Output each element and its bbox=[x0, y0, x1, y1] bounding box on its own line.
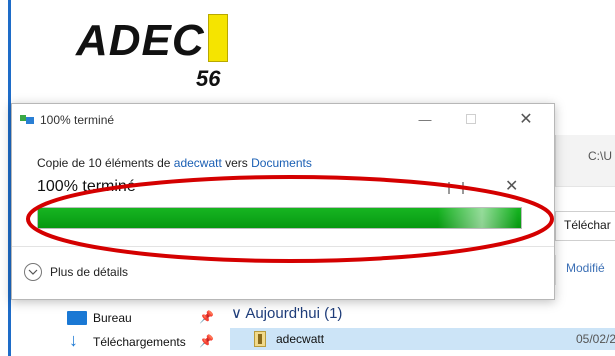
file-name: adecwatt bbox=[276, 332, 325, 346]
nav-item-bureau[interactable]: Bureau bbox=[67, 308, 132, 328]
adec-logo: ADEC 56 bbox=[76, 14, 246, 94]
pin-icon[interactable]: 📌 bbox=[199, 310, 214, 324]
modified-column-header[interactable]: Modifié bbox=[555, 255, 615, 285]
downloads-tab[interactable]: Téléchar bbox=[555, 211, 615, 241]
copy-description: Copie de 10 éléments de adecwatt vers Do… bbox=[37, 156, 312, 170]
pin-icon[interactable]: 📌 bbox=[199, 334, 214, 348]
nav-item-telechargements[interactable]: Téléchargements bbox=[67, 330, 186, 352]
address-bar[interactable]: C:\U bbox=[555, 135, 615, 187]
dialog-titlebar: 100% terminé — ✕ bbox=[12, 104, 554, 134]
cancel-button[interactable]: ✕ bbox=[505, 176, 518, 196]
more-details-label: Plus de détails bbox=[50, 265, 129, 279]
dialog-title: 100% terminé bbox=[40, 113, 115, 127]
desktop-icon bbox=[67, 311, 87, 325]
more-details-button[interactable]: Plus de détails bbox=[24, 262, 128, 282]
zip-folder-icon bbox=[254, 331, 266, 347]
copy-prefix: Copie de 10 éléments de bbox=[37, 156, 174, 170]
progress-bar bbox=[37, 207, 522, 229]
maximize-button[interactable] bbox=[456, 108, 486, 130]
chevron-down-icon: ∨ bbox=[231, 305, 246, 322]
nav-item-label: Téléchargements bbox=[93, 335, 186, 349]
group-header[interactable]: ∨ Aujourd'hui (1) bbox=[231, 304, 342, 322]
file-date: 05/02/2 bbox=[576, 332, 615, 346]
file-row[interactable]: adecwatt 05/02/2 bbox=[230, 328, 615, 350]
logo-yellow-bar bbox=[208, 14, 228, 62]
minimize-button[interactable]: — bbox=[410, 108, 440, 130]
navigation-pane: Bureau 📌 Téléchargements 📌 bbox=[11, 302, 223, 356]
close-button[interactable]: ✕ bbox=[511, 108, 541, 130]
copy-middle: vers bbox=[221, 156, 252, 170]
progress-sheen bbox=[438, 208, 518, 228]
progress-status: 100% terminé bbox=[37, 178, 136, 195]
destination-link[interactable]: Documents bbox=[251, 156, 312, 170]
nav-item-label: Bureau bbox=[93, 311, 132, 325]
group-header-label: Aujourd'hui (1) bbox=[245, 305, 343, 322]
pause-button[interactable] bbox=[448, 182, 464, 196]
chevron-down-icon bbox=[24, 263, 42, 281]
explorer-content: Bureau 📌 Téléchargements 📌 ∨ Aujourd'hui… bbox=[11, 302, 615, 356]
copy-icon bbox=[20, 115, 34, 124]
source-link[interactable]: adecwatt bbox=[174, 156, 222, 170]
divider bbox=[12, 246, 554, 247]
logo-number: 56 bbox=[196, 66, 221, 91]
copy-progress-dialog: 100% terminé — ✕ Copie de 10 éléments de… bbox=[11, 103, 555, 300]
logo-text: ADEC bbox=[76, 16, 205, 65]
download-icon bbox=[67, 330, 87, 351]
maximize-icon bbox=[466, 114, 476, 124]
